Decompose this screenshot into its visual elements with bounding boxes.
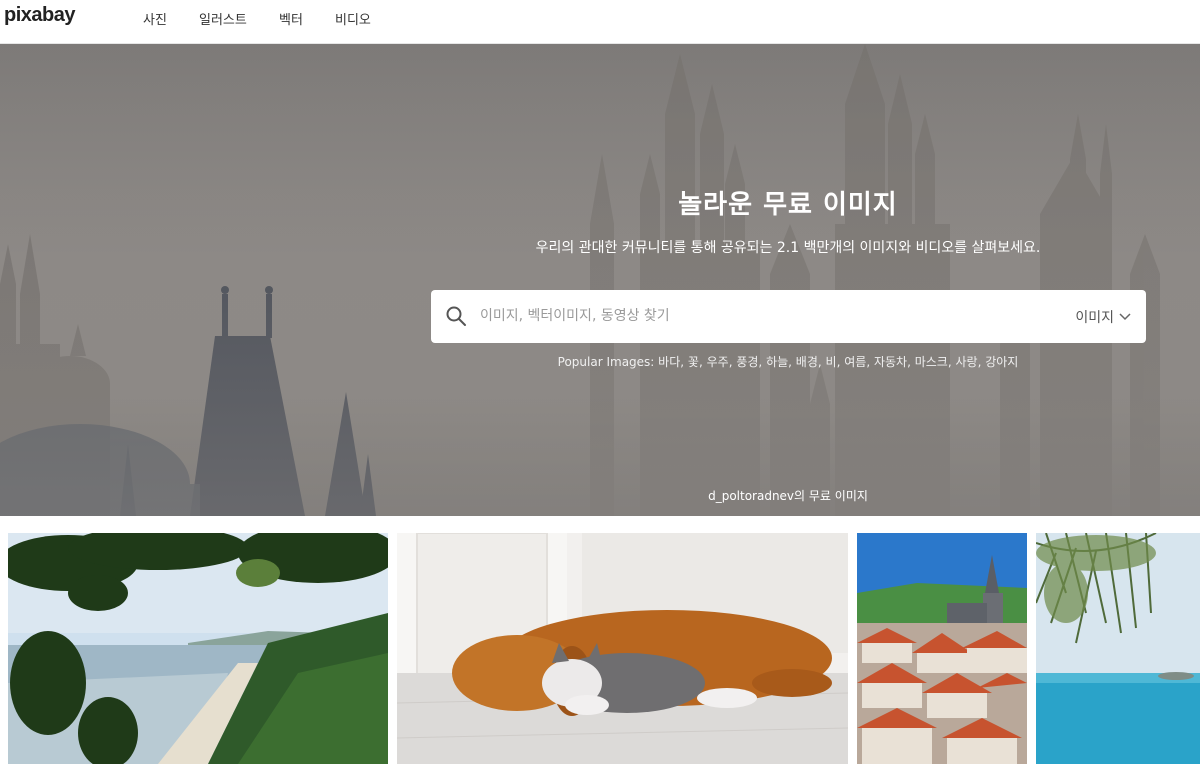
popular-tag[interactable]: 꽃 xyxy=(688,355,699,369)
popular-tag[interactable]: 바다 xyxy=(658,355,680,369)
popular-tag[interactable]: 자동차 xyxy=(874,355,907,369)
gallery-image-dog-cat[interactable] xyxy=(397,533,848,764)
popular-tag[interactable]: 마스크 xyxy=(915,355,948,369)
sea-branch-photo xyxy=(1036,533,1200,764)
popular-searches: Popular Images: 바다, 꽃, 우주, 풍경, 하늘, 배경, 비… xyxy=(557,355,1019,369)
nav-vectors[interactable]: 벡터 xyxy=(279,9,303,28)
pixabay-logo[interactable]: pixabay xyxy=(4,4,75,27)
popular-tag[interactable]: 여름 xyxy=(844,355,866,369)
hero-subtitle: 우리의 관대한 커뮤니티를 통해 공유되는 2.1 백만개의 이미지와 비디오를… xyxy=(535,240,1041,256)
hero-background-image xyxy=(0,44,1200,516)
chevron-down-icon xyxy=(1119,313,1131,321)
top-navigation-bar: pixabay 사진 일러스트 벡터 비디오 xyxy=(0,0,1200,44)
nav-photos[interactable]: 사진 xyxy=(143,9,167,28)
search-type-label: 이미지 xyxy=(1075,310,1114,326)
popular-tag[interactable]: 풍경 xyxy=(736,355,758,369)
old-town-photo xyxy=(857,533,1027,764)
popular-tag[interactable]: 비 xyxy=(826,355,837,369)
dog-and-cat-photo xyxy=(397,533,848,764)
popular-label: Popular Images: xyxy=(557,355,655,369)
popular-tag[interactable]: 강아지 xyxy=(985,355,1018,369)
image-credit-link[interactable]: d_poltoradnev의 무료 이미지 xyxy=(600,487,976,504)
gallery-image-sea[interactable] xyxy=(1036,533,1200,764)
nav-illustrations[interactable]: 일러스트 xyxy=(199,9,247,28)
search-bar: 이미지 xyxy=(431,290,1146,343)
coast-forest-photo xyxy=(8,533,388,764)
search-icon[interactable] xyxy=(445,305,467,327)
gallery-image-old-town[interactable] xyxy=(857,533,1027,764)
image-gallery xyxy=(0,533,1200,764)
gallery-image-coast[interactable] xyxy=(8,533,388,764)
nav-videos[interactable]: 비디오 xyxy=(335,9,371,28)
popular-tag[interactable]: 사랑 xyxy=(955,355,977,369)
search-input[interactable] xyxy=(477,300,1040,332)
popular-tag[interactable]: 하늘 xyxy=(766,355,788,369)
hero-banner: 놀라운 무료 이미지 우리의 관대한 커뮤니티를 통해 공유되는 2.1 백만개… xyxy=(0,44,1200,516)
hero-title: 놀라운 무료 이미지 xyxy=(678,190,898,220)
popular-tag[interactable]: 배경 xyxy=(796,355,818,369)
popular-tag[interactable]: 우주 xyxy=(707,355,729,369)
search-type-dropdown[interactable]: 이미지 xyxy=(1075,307,1132,327)
